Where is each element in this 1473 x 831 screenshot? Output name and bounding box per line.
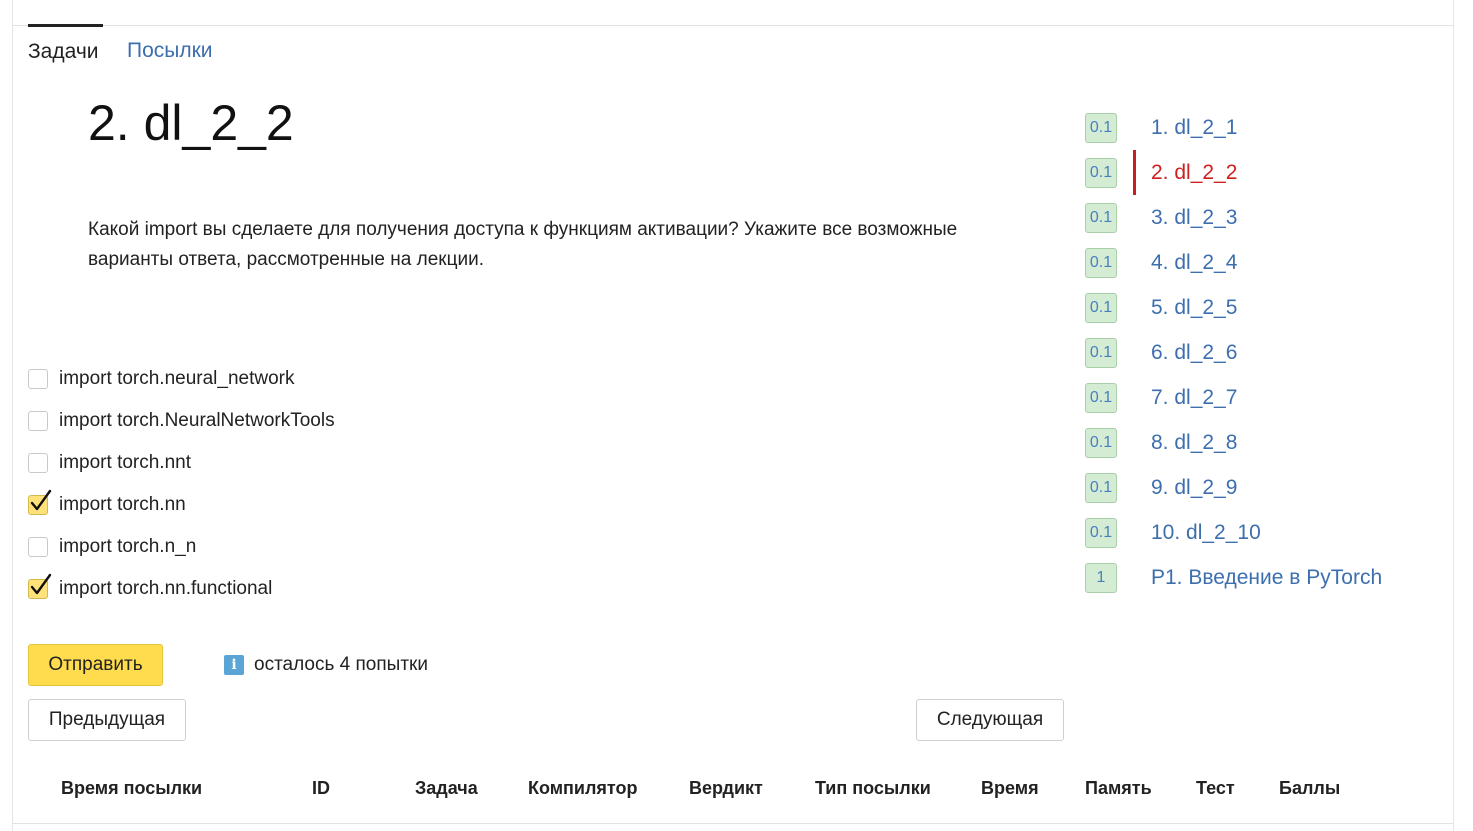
score-badge: 0.1 [1085, 202, 1117, 233]
sidebar-item[interactable]: 1 P1. Введение в PyTorch [1085, 555, 1382, 600]
attempts-info: i осталось 4 попытки [224, 654, 428, 676]
sidebar-item-label[interactable]: 2. dl_2_2 [1151, 161, 1237, 185]
option-label: import torch.nn [59, 494, 186, 515]
sidebar-item-label[interactable]: 1. dl_2_1 [1151, 116, 1237, 140]
sidebar-item[interactable]: 0.1 7. dl_2_7 [1085, 375, 1237, 420]
sidebar-item-active[interactable]: 0.1 2. dl_2_2 [1085, 150, 1237, 195]
checkmark-icon [30, 573, 52, 595]
score-badge: 0.1 [1085, 472, 1117, 503]
sidebar-item[interactable]: 0.1 4. dl_2_4 [1085, 240, 1237, 285]
score-badge: 0.1 [1085, 247, 1117, 278]
sidebar-item-label[interactable]: 3. dl_2_3 [1151, 206, 1237, 230]
column-header[interactable]: Баллы [1279, 778, 1340, 799]
sidebar-item-label[interactable]: 8. dl_2_8 [1151, 431, 1237, 455]
answer-option[interactable]: import torch.nn [28, 484, 335, 526]
checkbox[interactable] [28, 453, 48, 473]
checkbox[interactable] [28, 369, 48, 389]
sidebar-item[interactable]: 0.1 5. dl_2_5 [1085, 285, 1237, 330]
answer-option[interactable]: import torch.nn.functional [28, 568, 335, 610]
checkbox[interactable] [28, 411, 48, 431]
submissions-table-header: Время посылки ID Задача Компилятор Верди… [0, 778, 1473, 806]
checkmark-icon [30, 489, 52, 511]
info-icon: i [224, 655, 244, 675]
active-marker [1133, 150, 1136, 195]
score-badge: 0.1 [1085, 157, 1117, 188]
answer-option[interactable]: import torch.neural_network [28, 358, 335, 400]
checkbox-checked[interactable] [28, 573, 52, 599]
tab-tasks[interactable]: Задачи [28, 24, 103, 68]
sidebar-item[interactable]: 0.1 3. dl_2_3 [1085, 195, 1237, 240]
answer-option[interactable]: import torch.NeuralNetworkTools [28, 400, 335, 442]
checkbox[interactable] [28, 537, 48, 557]
attempts-text: осталось 4 попытки [254, 654, 428, 675]
sidebar-item[interactable]: 0.1 10. dl_2_10 [1085, 510, 1261, 555]
score-badge: 0.1 [1085, 292, 1117, 323]
score-badge: 0.1 [1085, 112, 1117, 143]
answer-options: import torch.neural_network import torch… [28, 358, 335, 610]
sidebar-item[interactable]: 0.1 9. dl_2_9 [1085, 465, 1237, 510]
column-header[interactable]: Тест [1196, 778, 1235, 799]
sidebar-item-label[interactable]: 7. dl_2_7 [1151, 386, 1237, 410]
answer-option[interactable]: import torch.nnt [28, 442, 335, 484]
sidebar-item[interactable]: 0.1 6. dl_2_6 [1085, 330, 1237, 375]
table-divider [12, 823, 1454, 824]
column-header[interactable]: ID [312, 778, 330, 799]
top-divider [12, 25, 1454, 26]
sidebar-item-label[interactable]: 6. dl_2_6 [1151, 341, 1237, 365]
score-badge: 0.1 [1085, 382, 1117, 413]
option-label: import torch.nn.functional [59, 578, 273, 599]
option-label: import torch.neural_network [59, 368, 295, 389]
column-header[interactable]: Тип посылки [815, 778, 931, 799]
sidebar-item[interactable]: 0.1 8. dl_2_8 [1085, 420, 1237, 465]
option-label: import torch.nnt [59, 452, 191, 473]
task-title: 2. dl_2_2 [88, 95, 294, 151]
column-header[interactable]: Задача [415, 778, 478, 799]
sidebar-item-label[interactable]: 4. dl_2_4 [1151, 251, 1237, 275]
sidebar-item[interactable]: 0.1 1. dl_2_1 [1085, 105, 1237, 150]
tab-submissions[interactable]: Посылки [127, 24, 213, 68]
sidebar-item-label[interactable]: 10. dl_2_10 [1151, 521, 1261, 545]
submit-button[interactable]: Отправить [28, 644, 163, 686]
option-label: import torch.n_n [59, 536, 197, 557]
task-list-sidebar: 0.1 1. dl_2_1 0.1 2. dl_2_2 0.1 3. dl_2_… [1085, 105, 1382, 600]
score-badge: 0.1 [1085, 517, 1117, 548]
sidebar-item-label[interactable]: P1. Введение в PyTorch [1151, 566, 1382, 590]
score-badge: 0.1 [1085, 427, 1117, 458]
previous-button[interactable]: Предыдущая [28, 699, 186, 741]
column-header[interactable]: Память [1085, 778, 1152, 799]
answer-option[interactable]: import torch.n_n [28, 526, 335, 568]
column-header[interactable]: Вердикт [689, 778, 763, 799]
column-header[interactable]: Компилятор [528, 778, 638, 799]
score-badge: 1 [1085, 562, 1117, 593]
next-button[interactable]: Следующая [916, 699, 1064, 741]
sidebar-item-label[interactable]: 5. dl_2_5 [1151, 296, 1237, 320]
column-header[interactable]: Время [981, 778, 1039, 799]
column-header[interactable]: Время посылки [61, 778, 202, 799]
task-statement: Какой import вы сделаете для получения д… [88, 219, 958, 270]
checkbox-checked[interactable] [28, 489, 52, 515]
option-label: import torch.NeuralNetworkTools [59, 410, 335, 431]
sidebar-item-label[interactable]: 9. dl_2_9 [1151, 476, 1237, 500]
score-badge: 0.1 [1085, 337, 1117, 368]
